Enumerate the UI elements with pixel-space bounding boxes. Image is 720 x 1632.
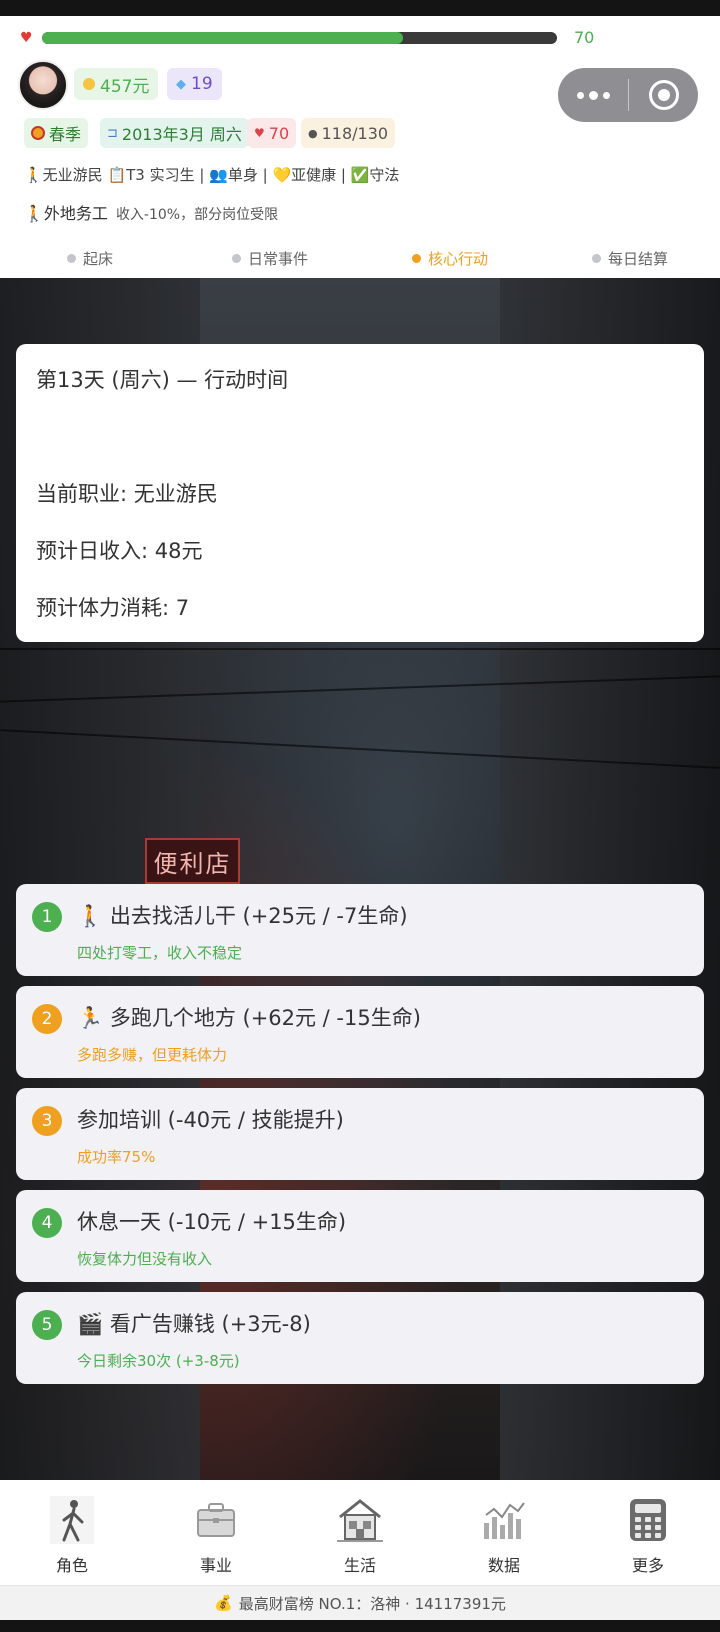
step-label: 核心行动 (427, 249, 488, 268)
migrant-note: 收入-10%，部分岗位受限 (115, 207, 279, 223)
money-bag-icon: 💰 (214, 1594, 233, 1612)
option-number-badge: 2 (32, 1004, 62, 1034)
status-bar (0, 0, 720, 16)
avatar[interactable] (18, 60, 68, 110)
sunflower-icon (31, 126, 45, 140)
calendar-icon: ⊐ (107, 125, 118, 141)
target-icon (648, 80, 679, 110)
nav-tab-data[interactable]: 数据 (432, 1480, 576, 1585)
expected-income: 预计日收入: 48元 (36, 539, 203, 563)
gem-value: 19 (191, 74, 213, 94)
diamond-icon: ◆ (176, 76, 186, 92)
season-tag: 春季 (24, 118, 89, 148)
action-option-2[interactable]: 2 🏃 多跑几个地方 (+62元 / -15生命) 多跑多赚，但更耗体力 (16, 986, 704, 1078)
option-label: 🏃 多跑几个地方 (+62元 / -15生命) (77, 1006, 421, 1030)
energy-label: 118/130 (321, 123, 389, 143)
option-description: 四处打零工，收入不稳定 (77, 944, 243, 962)
season-label: 春季 (49, 125, 82, 144)
energy-tag: ● 118/130 (301, 118, 396, 148)
migrant-status: 🚶外地务工 收入-10%，部分岗位受限 (24, 200, 278, 224)
house-icon (334, 1494, 386, 1546)
step-label: 起床 (82, 249, 113, 268)
walking-person-icon (46, 1494, 98, 1546)
expected-stamina: 预计体力消耗: 7 (36, 596, 190, 620)
health-value: 70 (574, 28, 595, 47)
heart-icon: ♥ (20, 30, 33, 46)
briefcase-icon (190, 1494, 242, 1546)
hp-tag: ♥ 70 (247, 118, 297, 148)
day-phase-steps: 起床 日常事件 核心行动 每日结算 (0, 238, 720, 278)
health-bar (42, 32, 557, 44)
step-dot-icon (591, 253, 601, 263)
health-bar-fill (42, 32, 403, 44)
option-description: 今日剩余30次 (+3-8元) (77, 1352, 240, 1370)
option-label: 休息一天 (-10元 / +15生命) (77, 1210, 347, 1234)
migrant-title: 🚶外地务工 (24, 204, 108, 223)
wealth-ranking-banner[interactable]: 💰 最高财富榜 NO.1：洛神 · 14117391元 (0, 1586, 720, 1620)
wealth-ranking-text: 最高财富榜 NO.1：洛神 · 14117391元 (238, 1594, 506, 1613)
option-number-badge: 3 (32, 1106, 62, 1136)
nav-label: 角色 (55, 1556, 88, 1575)
option-number-badge: 5 (32, 1310, 62, 1340)
step-wake-up: 起床 (0, 238, 180, 278)
close-miniprogram-button[interactable] (629, 68, 698, 122)
identity-status-line: 🚶无业游民 📋T3 实习生 | 👥单身 | 💛亚健康 | ✅守法 (24, 166, 400, 184)
option-label: 参加培训 (-40元 / 技能提升) (77, 1108, 344, 1132)
option-label: 🎬 看广告赚钱 (+3元-8) (77, 1312, 311, 1336)
step-daily-settlement: 每日结算 (540, 238, 720, 278)
hp-label: 70 (268, 123, 290, 143)
bottom-nav: 角色 事业 生活 数据 更多 (0, 1480, 720, 1586)
bar-chart-icon (478, 1494, 530, 1546)
nav-label: 事业 (199, 1556, 232, 1575)
current-job: 当前职业: 无业游民 (36, 482, 218, 506)
nav-label: 更多 (631, 1556, 664, 1575)
action-option-4[interactable]: 4 休息一天 (-10元 / +15生命) 恢复体力但没有收入 (16, 1190, 704, 1282)
option-description: 恢复体力但没有收入 (77, 1250, 213, 1268)
action-option-3[interactable]: 3 参加培训 (-40元 / 技能提升) 成功率75% (16, 1088, 704, 1180)
step-label: 每日结算 (607, 249, 668, 268)
option-description: 成功率75% (77, 1148, 156, 1166)
date-tag: ⊐ 2013年3月 周六 (100, 118, 249, 148)
step-daily-events: 日常事件 (180, 238, 360, 278)
option-number-badge: 1 (32, 902, 62, 932)
dot-icon (576, 91, 584, 99)
day-title: 第13天 (周六) — 行动时间 (36, 368, 289, 392)
dot-icon (602, 91, 610, 99)
dot-icon (588, 90, 598, 100)
power-wire (0, 648, 720, 650)
miniprogram-capsule (558, 68, 698, 122)
energy-dot-icon: ● (308, 126, 318, 140)
gem-badge: ◆ 19 (167, 68, 222, 100)
money-value: 457元 (100, 76, 150, 97)
coin-icon (83, 78, 95, 90)
nav-label: 生活 (343, 1556, 376, 1575)
home-indicator-area (0, 1620, 720, 1632)
day-info-card: 第13天 (周六) — 行动时间 当前职业: 无业游民 预计日收入: 48元 预… (16, 344, 704, 642)
date-label: 2013年3月 周六 (121, 125, 242, 144)
nav-label: 数据 (487, 1556, 520, 1575)
money-badge: 457元 (74, 68, 159, 100)
action-option-1[interactable]: 1 🚶 出去找活儿干 (+25元 / -7生命) 四处打零工，收入不稳定 (16, 884, 704, 976)
action-option-5[interactable]: 5 🎬 看广告赚钱 (+3元-8) 今日剩余30次 (+3-8元) (16, 1292, 704, 1384)
step-dot-icon (66, 253, 76, 263)
option-description: 多跑多赚，但更耗体力 (77, 1046, 228, 1064)
nav-tab-life[interactable]: 生活 (288, 1480, 432, 1585)
heart-icon: ♥ (254, 126, 265, 140)
nav-tab-character[interactable]: 角色 (0, 1480, 144, 1585)
step-dot-icon (231, 253, 241, 263)
option-label: 🚶 出去找活儿干 (+25元 / -7生命) (77, 904, 408, 928)
option-number-badge: 4 (32, 1208, 62, 1238)
step-label: 日常事件 (247, 249, 308, 268)
shop-sign: 便利店 (145, 838, 240, 884)
calculator-icon (622, 1494, 674, 1546)
step-dot-icon (411, 253, 421, 263)
top-panel: ♥ 70 457元 ◆ 19 春季 ⊐ 2013年3月 周六 ♥ 70 ● 11… (0, 16, 720, 278)
step-core-action: 核心行动 (360, 238, 540, 278)
more-options-button[interactable] (558, 68, 628, 122)
nav-tab-more[interactable]: 更多 (576, 1480, 720, 1585)
nav-tab-career[interactable]: 事业 (144, 1480, 288, 1585)
